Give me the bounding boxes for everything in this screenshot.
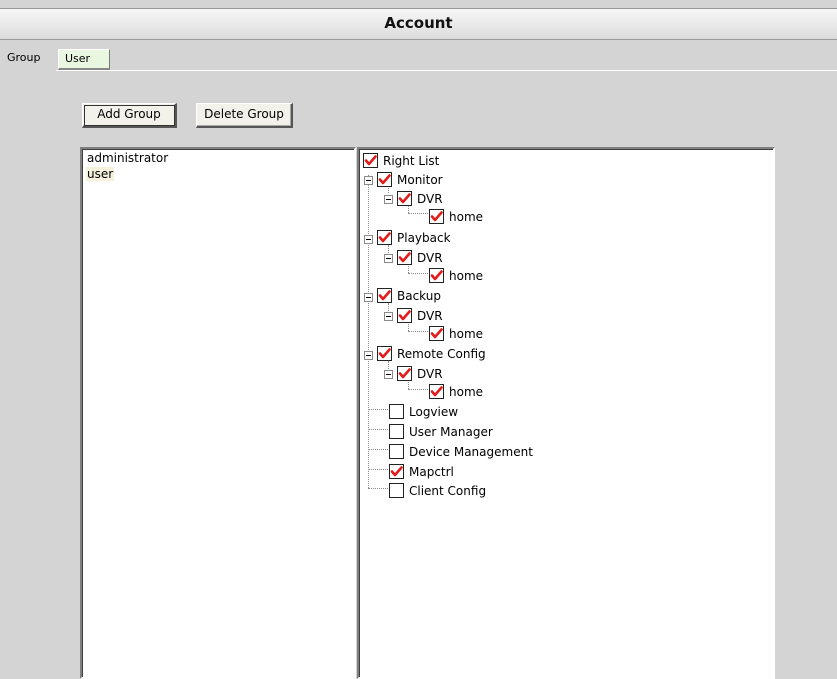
check-mark-icon — [398, 193, 411, 204]
checkbox-backup[interactable] — [377, 288, 392, 303]
tree-connector — [368, 469, 390, 471]
tree-label-client-config: Client Config — [409, 484, 487, 498]
checkbox-mapctrl[interactable] — [389, 464, 404, 479]
checkbox-right-list[interactable] — [363, 153, 378, 168]
tree-label-monitor: Monitor — [397, 173, 443, 187]
tree-connector — [368, 449, 390, 451]
tree-label-backup-home: home — [449, 327, 484, 341]
collapse-toggle-remote-config-dvr[interactable] — [384, 370, 393, 379]
check-mark-icon — [378, 290, 391, 301]
tab-strip: Group User — [0, 46, 837, 71]
delete-group-button[interactable]: Delete Group — [196, 103, 293, 128]
tab-user[interactable]: User — [58, 49, 110, 70]
tree-connector — [368, 488, 390, 490]
check-mark-icon — [378, 174, 391, 185]
checkbox-device-management[interactable] — [389, 444, 404, 459]
tree-connector — [368, 409, 390, 411]
collapse-toggle-playback-dvr[interactable] — [384, 254, 393, 263]
tree-label-playback-dvr: DVR — [417, 251, 443, 265]
checkbox-backup-home[interactable] — [429, 326, 444, 341]
tree-label-backup: Backup — [397, 289, 441, 303]
group-item-administrator[interactable]: administrator — [86, 151, 169, 165]
checkbox-remote-config-home[interactable] — [429, 384, 444, 399]
tree-label-remote-config-dvr: DVR — [417, 367, 443, 381]
collapse-toggle-backup-dvr[interactable] — [384, 312, 393, 321]
tree-connector — [368, 175, 370, 488]
tree-connector — [408, 331, 430, 333]
tree-label-remote-config: Remote Config — [397, 347, 486, 361]
window-title: Account — [384, 14, 453, 32]
add-group-button[interactable]: Add Group — [82, 103, 177, 128]
tree-connector — [388, 361, 390, 369]
check-mark-icon — [398, 368, 411, 379]
tree-label-remote-config-home: home — [449, 385, 484, 399]
tree-connector — [408, 389, 430, 391]
checkbox-logview[interactable] — [389, 404, 404, 419]
tree-label-mapctrl: Mapctrl — [409, 465, 454, 479]
collapse-toggle-playback[interactable] — [364, 235, 373, 244]
checkbox-backup-dvr[interactable] — [397, 308, 412, 323]
checkbox-remote-config[interactable] — [377, 346, 392, 361]
tree-label-user-manager: User Manager — [409, 425, 493, 439]
checkbox-monitor-dvr[interactable] — [397, 191, 412, 206]
check-mark-icon — [398, 252, 411, 263]
check-mark-icon — [364, 155, 377, 166]
checkbox-remote-config-dvr[interactable] — [397, 366, 412, 381]
tab-divider — [0, 70, 837, 71]
title-bar: Account — [0, 8, 837, 40]
checkbox-playback-dvr[interactable] — [397, 250, 412, 265]
checkbox-client-config[interactable] — [389, 483, 404, 498]
tree-label-right-list: Right List — [383, 154, 440, 168]
checkbox-playback[interactable] — [377, 230, 392, 245]
checkbox-monitor-home[interactable] — [429, 209, 444, 224]
check-mark-icon — [430, 386, 443, 397]
checkbox-monitor[interactable] — [377, 172, 392, 187]
check-mark-icon — [430, 211, 443, 222]
tree-connector — [388, 245, 390, 253]
tree-label-device-management: Device Management — [409, 445, 533, 459]
checkbox-user-manager[interactable] — [389, 424, 404, 439]
collapse-toggle-monitor-dvr[interactable] — [384, 195, 393, 204]
check-mark-icon — [430, 328, 443, 339]
tree-label-playback-home: home — [449, 269, 484, 283]
tab-group[interactable]: Group — [0, 47, 56, 71]
tree-label-playback: Playback — [397, 231, 451, 245]
check-mark-icon — [398, 310, 411, 321]
checkbox-playback-home[interactable] — [429, 268, 444, 283]
tree-connector — [408, 213, 430, 215]
group-list[interactable]: administrator user — [80, 147, 356, 679]
tree-label-logview: Logview — [409, 405, 459, 419]
tree-label-monitor-dvr: DVR — [417, 192, 443, 206]
check-mark-icon — [430, 270, 443, 281]
tree-label-monitor-home: home — [449, 210, 484, 224]
tree-connector — [408, 273, 430, 275]
check-mark-icon — [390, 466, 403, 477]
group-item-user[interactable]: user — [86, 167, 115, 181]
check-mark-icon — [378, 232, 391, 243]
tree-connector — [388, 303, 390, 311]
check-mark-icon — [378, 348, 391, 359]
collapse-toggle-backup[interactable] — [364, 293, 373, 302]
collapse-toggle-monitor[interactable] — [364, 176, 373, 185]
rights-tree[interactable]: Right List Monitor DVR home Playback DVR… — [357, 147, 775, 679]
tree-connector — [368, 429, 390, 431]
collapse-toggle-remote-config[interactable] — [364, 351, 373, 360]
tree-label-backup-dvr: DVR — [417, 309, 443, 323]
